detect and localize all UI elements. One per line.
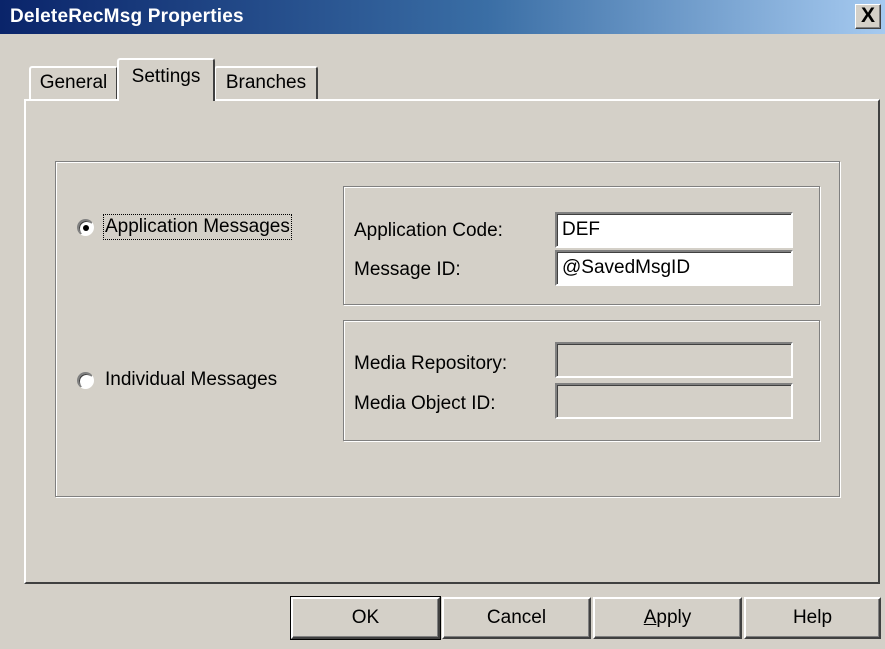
media-object-id-input[interactable]	[555, 383, 793, 419]
ok-button-label: OK	[351, 607, 380, 628]
title-bar[interactable]: DeleteRecMsg Properties X	[0, 0, 885, 34]
application-code-label: Application Code:	[354, 220, 503, 241]
tab-settings-label: Settings	[131, 66, 201, 87]
message-id-input[interactable]: @SavedMsgID	[555, 250, 793, 286]
apply-button-label: pply	[656, 607, 692, 628]
media-repository-input[interactable]	[555, 342, 793, 378]
application-messages-radio[interactable]: Application Messages	[77, 214, 292, 240]
individual-messages-group	[343, 320, 820, 441]
cancel-button[interactable]: Cancel	[442, 597, 591, 639]
ok-button[interactable]: OK	[290, 596, 441, 640]
tab-branches-label: Branches	[225, 72, 307, 93]
application-messages-label: Application Messages	[103, 214, 292, 240]
message-id-label: Message ID:	[354, 259, 461, 280]
tab-settings[interactable]: Settings	[117, 58, 215, 101]
media-object-id-label: Media Object ID:	[354, 393, 496, 414]
close-icon: X	[860, 4, 875, 27]
media-repository-label: Media Repository:	[354, 353, 508, 374]
individual-messages-label: Individual Messages	[105, 369, 278, 390]
help-button-label: Help	[792, 607, 833, 628]
application-code-input[interactable]: DEF	[555, 212, 793, 248]
tab-general[interactable]: General	[29, 66, 118, 100]
properties-dialog: DeleteRecMsg Properties X General Branch…	[0, 0, 885, 649]
individual-messages-radio[interactable]: Individual Messages	[77, 369, 277, 391]
window-title: DeleteRecMsg Properties	[10, 6, 244, 27]
cancel-button-label: Cancel	[486, 607, 547, 628]
tab-branches[interactable]: Branches	[214, 66, 318, 100]
close-button[interactable]: X	[855, 4, 881, 29]
apply-button[interactable]: Apply	[593, 597, 742, 639]
radio-checked-icon	[77, 218, 94, 236]
help-button[interactable]: Help	[744, 597, 881, 639]
tab-general-label: General	[39, 72, 108, 93]
radio-unchecked-icon	[77, 371, 94, 389]
apply-button-accelerator: A	[643, 607, 657, 628]
